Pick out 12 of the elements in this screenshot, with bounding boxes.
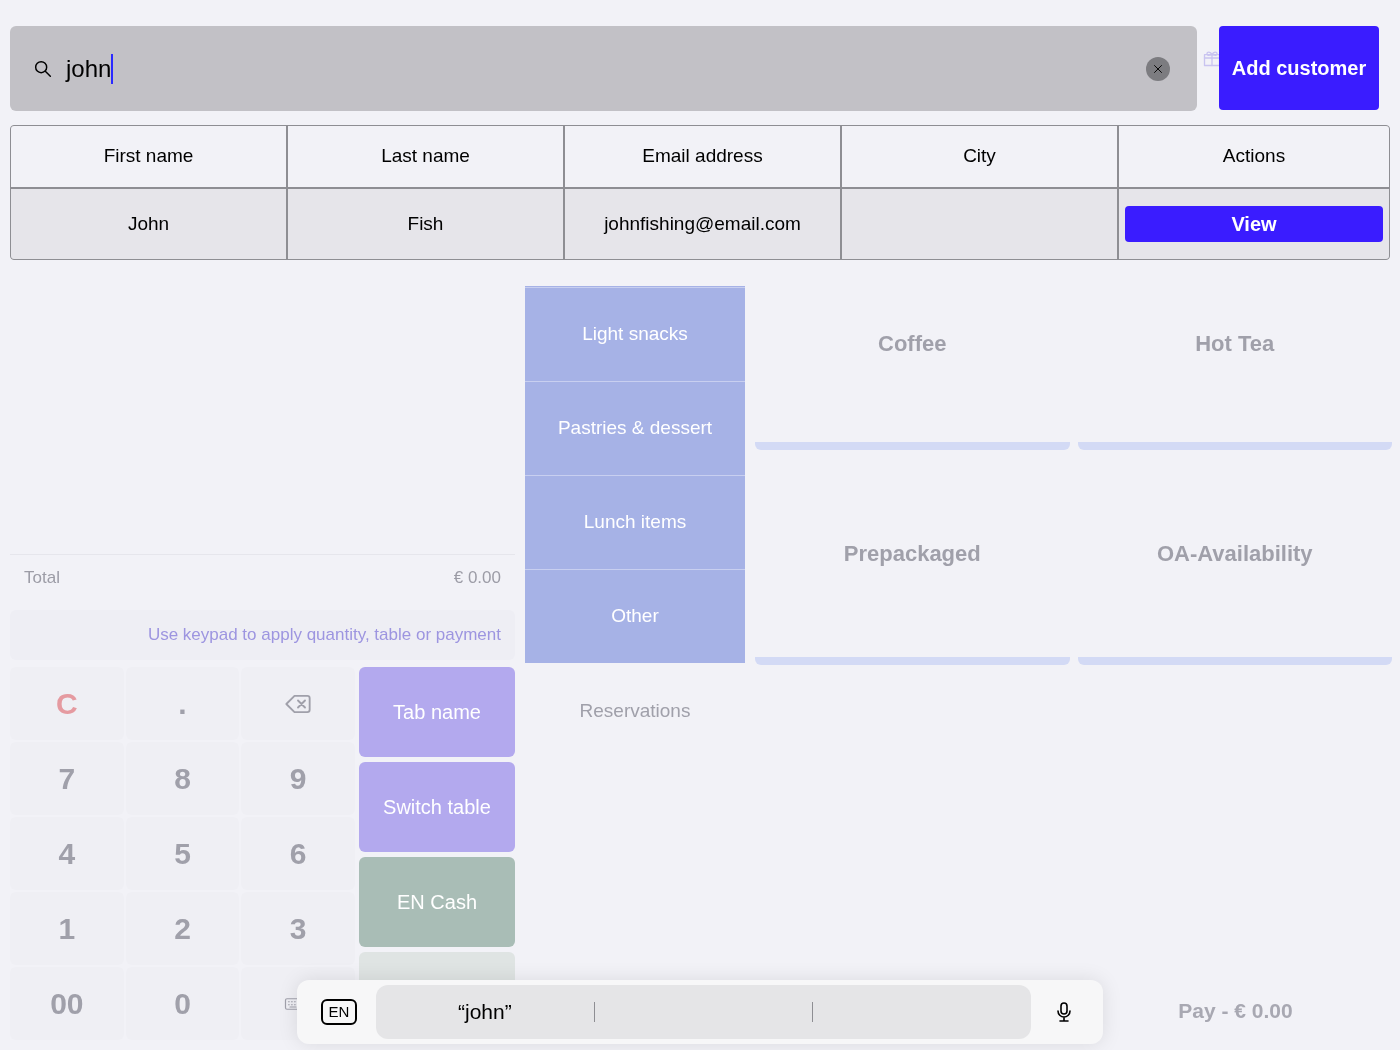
total-label: Total bbox=[24, 566, 60, 589]
table-cell: Fish bbox=[288, 189, 563, 259]
column-header: Actions bbox=[1119, 126, 1389, 187]
column-header: First name bbox=[11, 126, 286, 187]
search-text: john bbox=[66, 53, 112, 84]
column-header: Email address bbox=[565, 126, 840, 187]
table-cell: johnfishing@email.com bbox=[565, 189, 840, 259]
keypad-hint: Use keypad to apply quantity, table or payment bbox=[10, 610, 515, 660]
table-cell: John bbox=[11, 189, 286, 259]
column-header: City bbox=[842, 126, 1117, 187]
column-header: Last name bbox=[288, 126, 563, 187]
total-amount: € 0.00 bbox=[453, 566, 501, 589]
